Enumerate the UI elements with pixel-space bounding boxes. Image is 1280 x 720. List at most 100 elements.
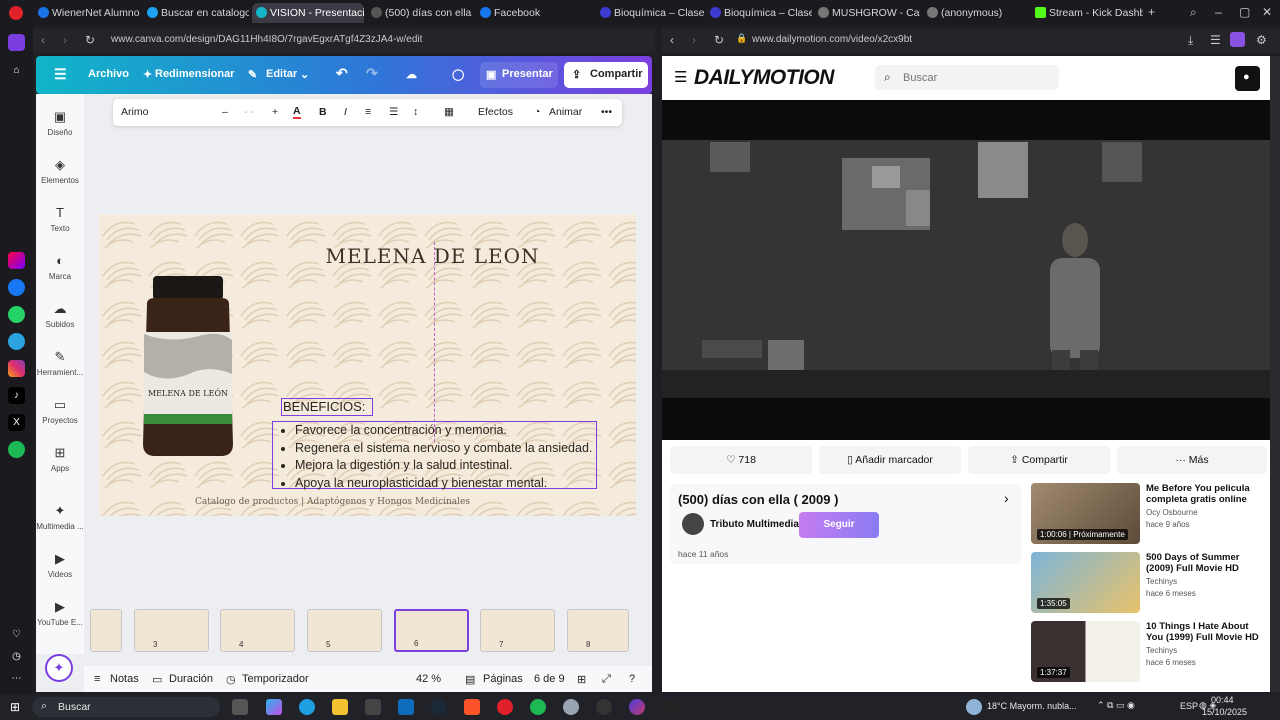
rail-texto[interactable]: T Texto xyxy=(36,206,84,234)
share-button[interactable]: ⇪ Compartir xyxy=(968,446,1110,474)
transparency-icon[interactable]: ▦ xyxy=(444,106,454,118)
whatsapp-icon[interactable] xyxy=(8,306,25,323)
spotify-icon[interactable] xyxy=(530,699,546,715)
right-scrollbar[interactable] xyxy=(1270,56,1280,692)
messenger-icon[interactable] xyxy=(8,279,25,296)
tab-8[interactable]: (anonymous) xyxy=(923,3,1023,23)
extension-icon[interactable] xyxy=(1230,32,1245,47)
search-input[interactable] xyxy=(903,69,1053,86)
editar-button[interactable]: Editar xyxy=(266,68,297,80)
tab-9[interactable]: Stream - Kick Dashboard xyxy=(1031,3,1143,23)
recommendation-item[interactable]: 1:35:05 500 Days of Summer (2009) Full M… xyxy=(1031,552,1263,614)
recommendation-item[interactable]: 1:37:37 10 Things I Hate About You (1999… xyxy=(1031,621,1263,683)
spotify-icon[interactable] xyxy=(8,441,25,458)
new-tab-icon[interactable]: + xyxy=(1148,5,1155,19)
maximize-icon[interactable]: ▢ xyxy=(1239,5,1250,19)
hamburger-icon[interactable]: ☰ xyxy=(674,68,687,86)
bold-button[interactable]: B xyxy=(319,106,327,118)
slide-canvas[interactable]: MELENA DE LEON MELENA DE LEÓN BENEFICIOS… xyxy=(99,214,636,516)
taskbar-search[interactable]: ⌕ Buscar xyxy=(32,697,220,717)
steam-icon[interactable] xyxy=(431,699,447,715)
slide-title[interactable]: MELENA DE LEON xyxy=(99,244,636,268)
present-button[interactable]: ▣ Presentar xyxy=(480,62,558,88)
rail-diseno[interactable]: ▣ Diseño xyxy=(36,110,84,138)
channel-avatar[interactable] xyxy=(682,513,704,535)
chatgpt-icon[interactable] xyxy=(662,699,678,715)
tab-1[interactable]: Buscar en catalogo - Can xyxy=(143,3,249,23)
close-window-icon[interactable]: ✕ xyxy=(1262,5,1272,19)
forward-icon[interactable]: › xyxy=(63,33,67,47)
font-size-plus-button[interactable]: + xyxy=(272,106,278,118)
rail-apps[interactable]: ⊞ Apps xyxy=(36,446,84,474)
minimize-icon[interactable]: – xyxy=(1215,5,1222,19)
history-icon[interactable]: ◷ xyxy=(8,648,25,665)
rail-multimedia[interactable]: ✦ Multimedia ... xyxy=(36,504,84,532)
workspace-icon[interactable] xyxy=(8,34,25,51)
rail-herramientas[interactable]: ✎ Herramient... xyxy=(36,350,84,378)
url-text[interactable]: www.canva.com/design/DAG11Hh4I8O/7rgavEg… xyxy=(111,34,422,45)
pages-button[interactable]: Páginas xyxy=(483,673,523,685)
file-explorer-icon[interactable] xyxy=(332,699,348,715)
dailymotion-logo[interactable]: DAILYMOTION xyxy=(694,66,834,90)
outlook-icon[interactable] xyxy=(398,699,414,715)
rail-elementos[interactable]: ◈ Elementos xyxy=(36,158,84,186)
aria-icon[interactable] xyxy=(8,252,25,269)
page-thumb-6[interactable]: 6 xyxy=(394,609,469,652)
more-button[interactable]: ··· Más xyxy=(1117,446,1267,474)
app-icon[interactable] xyxy=(563,699,579,715)
more-icon[interactable]: ⋯ xyxy=(8,670,25,687)
language-indicator[interactable]: ESP xyxy=(1180,701,1198,711)
reload-icon[interactable]: ↻ xyxy=(85,33,95,47)
home-icon[interactable]: ⌂ xyxy=(8,62,25,79)
page-thumb-7[interactable]: 7 xyxy=(480,609,555,652)
settings-icon[interactable]: ⚙ xyxy=(1256,33,1267,47)
list-icon[interactable]: ☰ xyxy=(389,106,398,118)
benefits-heading[interactable]: BENEFICIOS: xyxy=(281,398,373,416)
reload-icon[interactable]: ↻ xyxy=(714,33,724,47)
instagram-icon[interactable] xyxy=(8,360,25,377)
duration-button[interactable]: Duración xyxy=(169,673,213,685)
italic-button[interactable]: I xyxy=(344,106,347,118)
task-view-icon[interactable] xyxy=(232,699,248,715)
rail-youtube[interactable]: ▶ YouTube E... xyxy=(36,600,84,628)
grid-view-icon[interactable]: ⊞ xyxy=(577,673,586,686)
rail-subidos[interactable]: ☁ Subidos xyxy=(36,302,84,330)
notes-button[interactable]: Notas xyxy=(110,673,139,685)
search-tabs-icon[interactable]: ⌕ xyxy=(1190,5,1197,20)
undo-icon[interactable]: ↶ xyxy=(336,65,348,82)
timer-button[interactable]: Temporizador xyxy=(242,673,309,685)
app-icon[interactable] xyxy=(596,699,612,715)
rail-videos[interactable]: ▶ Videos xyxy=(36,552,84,580)
chevron-right-icon[interactable]: › xyxy=(1004,490,1009,506)
rail-marca[interactable]: ◐ Marca xyxy=(36,254,84,282)
benefits-list[interactable]: Favorece la concentración y memoria. Reg… xyxy=(272,421,597,490)
redo-icon[interactable]: ↷ xyxy=(366,65,378,82)
back-icon[interactable]: ‹ xyxy=(670,33,674,47)
page-thumb-5[interactable]: 5 xyxy=(307,609,382,652)
weather-text[interactable]: 18°C Mayorm. nubla... xyxy=(987,701,1077,711)
forward-icon[interactable]: › xyxy=(692,33,696,47)
heart-icon[interactable]: ♡ xyxy=(8,626,25,643)
tab-3[interactable]: (500) días con ella ( xyxy=(367,3,473,23)
tab-4[interactable]: Facebook xyxy=(476,3,556,23)
help-icon[interactable]: ? xyxy=(629,673,635,685)
archivo-button[interactable]: Archivo xyxy=(88,68,129,80)
font-size-input[interactable]: - - xyxy=(244,106,254,118)
tiktok-icon[interactable]: ♪ xyxy=(8,387,25,404)
redimensionar-button[interactable]: Redimensionar xyxy=(155,68,234,80)
rail-proyectos[interactable]: ▭ Proyectos xyxy=(36,398,84,426)
cloud-save-icon[interactable]: ☁ xyxy=(406,68,417,81)
telegram-icon[interactable] xyxy=(8,333,25,350)
clock-time[interactable]: 00:44 xyxy=(1211,695,1234,705)
channel-name[interactable]: Tributo Multimedia xyxy=(710,519,799,530)
follow-button[interactable]: Seguir xyxy=(799,512,879,538)
font-size-minus-button[interactable]: – xyxy=(222,106,228,118)
zoom-level[interactable]: 42 % xyxy=(416,673,441,685)
url-text[interactable]: www.dailymotion.com/video/x2cx9bt xyxy=(752,34,912,45)
more-options-button[interactable]: ••• xyxy=(601,106,612,118)
store-icon[interactable] xyxy=(365,699,381,715)
clock-date[interactable]: 15/10/2025 xyxy=(1202,707,1247,717)
brave-icon[interactable] xyxy=(464,699,480,715)
opera-gx-icon[interactable] xyxy=(629,699,645,715)
tab-6[interactable]: Bioquímica – Clase 01 Pr xyxy=(706,3,812,23)
